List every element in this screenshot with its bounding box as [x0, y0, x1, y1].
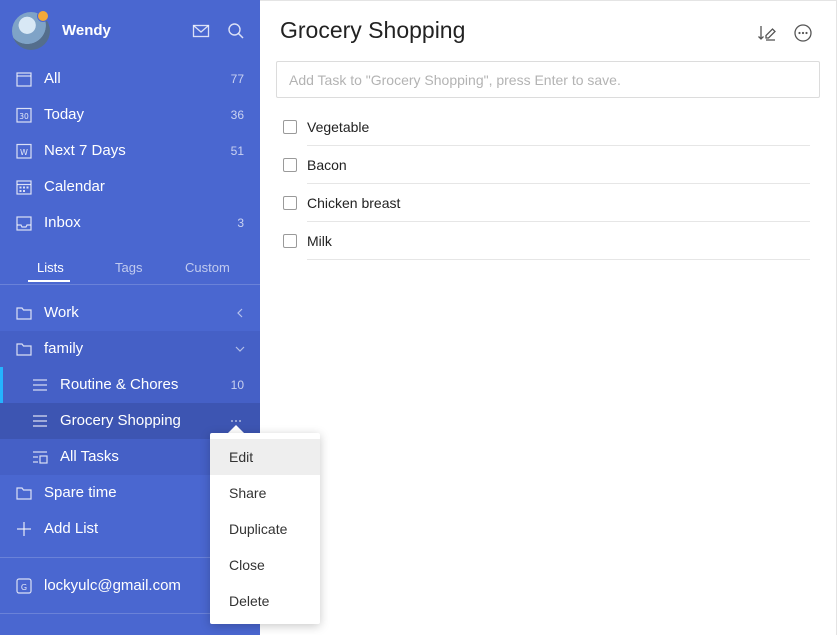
svg-text:W: W — [20, 148, 28, 157]
menu-delete-label: Delete — [229, 593, 270, 609]
folder-spare-time-label: Spare time — [44, 484, 117, 501]
add-task-input[interactable] — [276, 61, 820, 98]
next-week-icon: W — [16, 143, 32, 159]
search-icon[interactable] — [227, 22, 245, 40]
calendar-today-icon: 30 — [16, 107, 32, 123]
list-routine-chores[interactable]: Routine & Chores 10 — [0, 367, 260, 403]
list-grocery-shopping-label: Grocery Shopping — [60, 412, 181, 429]
calendar-icon — [16, 180, 32, 195]
page-title: Grocery Shopping — [280, 17, 466, 43]
task-title[interactable]: Bacon — [307, 157, 347, 173]
menu-duplicate-label: Duplicate — [229, 521, 288, 537]
task-row[interactable]: Bacon — [260, 146, 837, 184]
task-checkbox[interactable] — [283, 158, 297, 172]
nav-all[interactable]: All 77 — [0, 61, 260, 97]
nav-all-count: 77 — [230, 72, 244, 86]
mail-icon[interactable] — [192, 22, 210, 40]
menu-share[interactable]: Share — [210, 475, 320, 511]
nav-inbox[interactable]: Inbox 3 — [0, 205, 260, 241]
folder-icon — [16, 343, 32, 356]
tab-active-indicator — [28, 280, 70, 282]
menu-close-label: Close — [229, 557, 265, 573]
nav-next-7-days-count: 51 — [230, 144, 244, 158]
folder-work-label: Work — [44, 304, 79, 321]
list-context-menu: Edit Share Duplicate Close Delete — [210, 433, 320, 624]
nav-next-7-days[interactable]: W Next 7 Days 51 — [0, 133, 260, 169]
folder-icon — [16, 487, 32, 500]
nav-inbox-label: Inbox — [44, 214, 81, 231]
task-checkbox[interactable] — [283, 234, 297, 248]
nav-today[interactable]: 30 Today 36 — [0, 97, 260, 133]
nav-inbox-count: 3 — [237, 216, 244, 230]
tab-tags[interactable]: Tags — [115, 260, 142, 275]
menu-duplicate[interactable]: Duplicate — [210, 511, 320, 547]
nav-calendar-label: Calendar — [44, 178, 105, 195]
folder-icon — [16, 307, 32, 320]
nav-next-7-days-label: Next 7 Days — [44, 142, 126, 159]
folder-family[interactable]: family — [0, 331, 260, 367]
menu-close[interactable]: Close — [210, 547, 320, 583]
list-routine-chores-count: 10 — [230, 378, 244, 392]
google-account-icon: G — [16, 578, 32, 594]
task-checkbox[interactable] — [283, 196, 297, 210]
task-title[interactable]: Milk — [307, 233, 332, 249]
task-checkbox[interactable] — [283, 120, 297, 134]
task-row[interactable]: Chicken breast — [260, 184, 837, 222]
menu-edit[interactable]: Edit — [210, 439, 320, 475]
svg-text:G: G — [21, 583, 27, 592]
tab-lists[interactable]: Lists — [37, 260, 64, 275]
chevron-down-icon[interactable] — [234, 343, 246, 355]
tabs-divider — [0, 284, 260, 285]
task-title[interactable]: Vegetable — [307, 119, 369, 135]
add-list-label: Add List — [44, 520, 99, 537]
more-options-icon[interactable] — [793, 23, 813, 43]
profile-header: Wendy — [0, 0, 260, 62]
list-tabs: Lists Tags Custom — [0, 252, 260, 282]
nav-all-label: All — [44, 70, 61, 87]
list-all-tasks-label: All Tasks — [60, 448, 119, 465]
task-divider — [307, 259, 810, 260]
svg-text:30: 30 — [19, 112, 29, 121]
filter-list-icon — [33, 451, 48, 464]
plus-icon — [17, 522, 31, 536]
tab-custom[interactable]: Custom — [185, 260, 230, 275]
task-row[interactable]: Milk — [260, 222, 837, 260]
list-routine-chores-label: Routine & Chores — [60, 376, 179, 393]
nav-today-count: 36 — [230, 108, 244, 122]
task-panel: Grocery Shopping Vegetable Bacon Chicken… — [260, 0, 837, 635]
menu-share-label: Share — [229, 485, 267, 501]
task-title[interactable]: Chicken breast — [307, 195, 400, 211]
chevron-left-icon[interactable] — [234, 307, 246, 319]
username: Wendy — [62, 22, 111, 39]
nav-today-label: Today — [44, 106, 85, 123]
menu-delete[interactable]: Delete — [210, 583, 320, 619]
all-list-icon — [16, 72, 32, 87]
account-email: lockyulc@gmail.com — [44, 577, 181, 594]
task-row[interactable]: Vegetable — [260, 108, 837, 146]
menu-edit-label: Edit — [229, 449, 254, 465]
inbox-icon — [16, 216, 32, 231]
folder-family-label: family — [44, 340, 84, 357]
folder-work[interactable]: Work — [0, 295, 260, 331]
sort-edit-icon[interactable] — [757, 23, 777, 43]
list-lines-icon — [33, 379, 47, 391]
list-lines-icon — [33, 415, 47, 427]
nav-calendar[interactable]: Calendar — [0, 169, 260, 205]
avatar-badge — [37, 10, 49, 22]
